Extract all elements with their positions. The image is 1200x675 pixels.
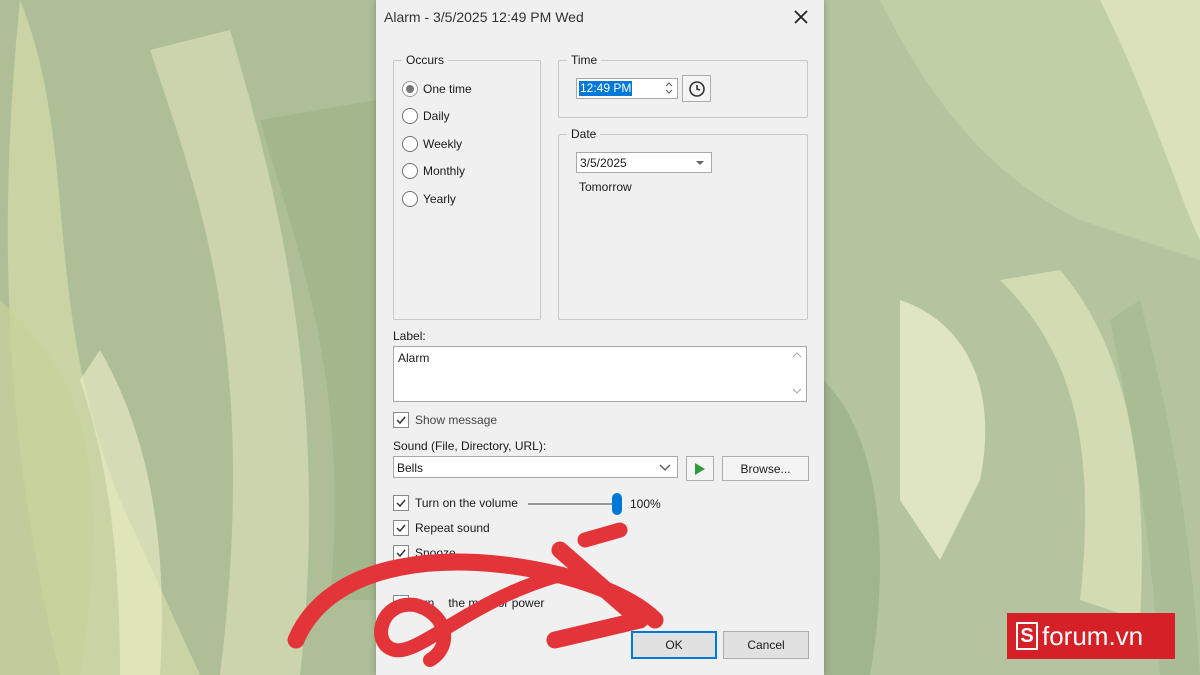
date-value: 3/5/2025: [580, 156, 627, 170]
radio-label: Weekly: [423, 137, 463, 151]
occurs-group: Occurs One time Daily Weekly Monthly Yea…: [393, 53, 541, 320]
time-value: 12:49 PM: [579, 81, 633, 96]
sforum-logo: S forum.vn: [1007, 613, 1175, 659]
radio-label: One time: [423, 82, 472, 96]
radio-yearly[interactable]: Yearly: [402, 189, 456, 209]
radio-label: Daily: [423, 109, 450, 123]
checkbox-box[interactable]: [393, 412, 409, 428]
textarea-scrollbar[interactable]: [792, 349, 802, 399]
ok-button[interactable]: OK: [631, 631, 717, 659]
check-icon: [396, 524, 406, 533]
show-message-checkbox[interactable]: Show message: [393, 411, 497, 429]
occurs-group-label: Occurs: [402, 53, 449, 67]
close-button[interactable]: [786, 4, 816, 30]
spin-arrows-icon[interactable]: [665, 80, 673, 96]
radio-weekly[interactable]: Weekly: [402, 134, 462, 154]
turn-on-volume-checkbox[interactable]: Turn on the volume: [393, 494, 518, 512]
date-group: Date 3/5/2025 Tomorrow: [558, 127, 808, 320]
checkbox-box[interactable]: [393, 520, 409, 536]
snooze-checkbox[interactable]: Snooze: [393, 544, 456, 562]
clock-icon: [688, 80, 705, 97]
time-group: Time 12:49 PM: [558, 53, 808, 118]
slider-thumb[interactable]: [612, 493, 622, 515]
radio-monthly[interactable]: Monthly: [402, 161, 465, 181]
checkbox-label: Repeat sound: [415, 521, 490, 535]
radio-indicator[interactable]: [402, 108, 418, 124]
slider-track: [528, 503, 622, 505]
check-icon: [396, 549, 406, 558]
check-icon: [396, 416, 406, 425]
browse-button[interactable]: Browse...: [722, 456, 809, 481]
radio-daily[interactable]: Daily: [402, 106, 450, 126]
radio-indicator[interactable]: [402, 81, 418, 97]
checkbox-label: Turn on the volume: [415, 496, 518, 510]
alarm-dialog: Alarm - 3/5/2025 12:49 PM Wed Occurs One…: [376, 0, 824, 675]
volume-level-text: 100%: [630, 497, 661, 511]
chevron-down-icon[interactable]: [659, 464, 671, 471]
sound-field-label: Sound (File, Directory, URL):: [393, 439, 547, 453]
radio-indicator[interactable]: [402, 163, 418, 179]
radio-indicator[interactable]: [402, 136, 418, 152]
sound-value: Bells: [397, 461, 424, 475]
turn-on-monitor-checkbox[interactable]: urn the monitor power: [393, 594, 544, 612]
repeat-sound-checkbox[interactable]: Repeat sound: [393, 519, 490, 537]
radio-label: Yearly: [423, 192, 456, 206]
checkbox-label: Snooze: [415, 546, 456, 560]
label-field-label: Label:: [393, 329, 426, 343]
radio-indicator[interactable]: [402, 191, 418, 207]
logo-text: forum.vn: [1042, 620, 1144, 651]
radio-one-time[interactable]: One time: [402, 79, 472, 99]
label-textarea-value: Alarm: [398, 351, 430, 365]
time-group-label: Time: [567, 53, 602, 67]
title-bar: Alarm - 3/5/2025 12:49 PM Wed: [376, 0, 824, 34]
play-sound-button[interactable]: [686, 456, 714, 481]
radio-label: Monthly: [423, 164, 466, 178]
close-icon: [794, 10, 808, 24]
checkbox-label-end: the monitor power: [448, 596, 545, 610]
checkbox-box[interactable]: [393, 545, 409, 561]
date-picker[interactable]: 3/5/2025: [576, 152, 712, 173]
checkbox-box[interactable]: [393, 495, 409, 511]
sound-select[interactable]: Bells: [393, 456, 678, 478]
chevron-down-icon[interactable]: [695, 160, 705, 166]
play-icon: [695, 462, 705, 475]
date-group-label: Date: [567, 127, 601, 141]
cancel-button[interactable]: Cancel: [723, 631, 809, 659]
label-textarea[interactable]: Alarm: [393, 346, 807, 402]
check-icon: [396, 499, 406, 508]
clock-button[interactable]: [682, 75, 711, 102]
date-relative-text: Tomorrow: [579, 180, 632, 194]
logo-mark: S: [1016, 622, 1038, 650]
time-input[interactable]: 12:49 PM: [576, 78, 678, 99]
checkbox-label: Show message: [415, 413, 498, 427]
volume-slider[interactable]: [528, 493, 622, 515]
dialog-title: Alarm - 3/5/2025 12:49 PM Wed: [384, 9, 584, 25]
checkbox-box[interactable]: [393, 595, 409, 611]
checkbox-label-start: urn: [417, 596, 435, 610]
